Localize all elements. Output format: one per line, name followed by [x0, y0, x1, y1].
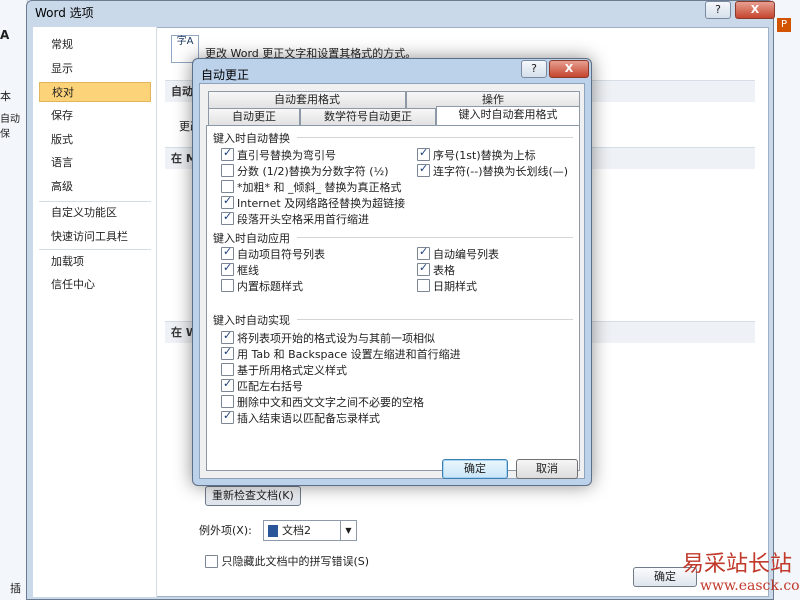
group-replace-label: 键入时自动替换 [213, 132, 290, 145]
chevron-down-icon[interactable]: ▼ [340, 521, 356, 540]
exceptions-label: 例外项(X): [199, 524, 252, 537]
opt-tab-indent[interactable]: 用 Tab 和 Backspace 设置左缩进和首行缩进 [221, 345, 461, 362]
dialog-close-button[interactable]: X [549, 60, 589, 78]
dialog-panel: 自动套用格式 操作 自动更正 数学符号自动更正 键入时自动套用格式 键入时自动替… [199, 83, 585, 479]
group-divider [297, 137, 573, 138]
ribbon-right-edge: P [772, 0, 800, 600]
opt-borders[interactable]: 框线 [221, 261, 259, 278]
watermark-url: www.easck.com [700, 578, 800, 594]
nav-item-proofing[interactable]: 校对 [39, 82, 151, 102]
watermark-title: 易采站长站 [682, 552, 793, 577]
group-auto-label: 键入时自动实现 [213, 314, 290, 327]
options-window-title: Word 选项 [35, 6, 94, 20]
hide-spelling-label: 只隐藏此文档中的拼写错误(S) [221, 555, 370, 568]
dialog-cancel-button[interactable]: 取消 [516, 459, 578, 479]
dialog-ok-button[interactable]: 确定 [442, 459, 508, 479]
options-close-button[interactable]: X [735, 1, 775, 19]
opt-ordinals[interactable]: 序号(1st)替换为上标 [417, 146, 536, 163]
opt-auto-bullets[interactable]: 自动项目符号列表 [221, 245, 325, 262]
group-divider [297, 237, 573, 238]
document-icon [268, 525, 278, 537]
nav-item-layout[interactable]: 版式 [39, 130, 151, 150]
nav-divider [39, 249, 151, 250]
opt-fractions[interactable]: 分数 (1/2)替换为分数字符 (½) [221, 163, 389, 179]
nav-divider [39, 201, 151, 202]
opt-hyphens[interactable]: 连字符(--)替换为长划线(—) [417, 162, 568, 179]
opt-smart-quotes[interactable]: 直引号替换为弯引号 [221, 146, 336, 163]
exceptions-value: 文档2 [282, 524, 311, 537]
options-help-button[interactable]: ? [705, 1, 731, 19]
dialog-title: 自动更正 [201, 68, 250, 82]
nav-item-advanced[interactable]: 高级 [39, 177, 151, 197]
opt-first-indent[interactable]: 段落开头空格采用首行缩进 [221, 210, 369, 227]
exceptions-select[interactable]: 文档2 ▼ [263, 520, 357, 541]
ribbon-insert-stub: 插 [10, 582, 21, 595]
opt-auto-numbering[interactable]: 自动编号列表 [417, 245, 499, 262]
opt-remove-spaces[interactable]: 删除中文和西文文字之间不必要的空格 [221, 394, 424, 410]
nav-item-quick-access[interactable]: 快速访问工具栏 [39, 227, 151, 247]
options-nav: 常规 显示 校对 保存 版式 语言 高级 自定义功能区 快速访问工具栏 加载项 … [33, 27, 157, 597]
ribbon-font-stub: A [0, 28, 10, 42]
opt-date-style[interactable]: 日期样式 [417, 278, 477, 294]
tab-math-autocorrect[interactable]: 数学符号自动更正 [300, 108, 436, 125]
dialog-help-button[interactable]: ? [521, 60, 547, 78]
autocorrect-dialog: 自动更正 ? X 自动套用格式 操作 自动更正 数学符号自动更正 键入时自动套用… [192, 58, 592, 486]
opt-list-format[interactable]: 将列表项开始的格式设为与其前一项相似 [221, 329, 435, 346]
nav-item-trust-center[interactable]: 信任中心 [39, 275, 151, 295]
nav-item-save[interactable]: 保存 [39, 106, 151, 126]
opt-hyperlinks[interactable]: Internet 及网络路径替换为超链接 [221, 194, 405, 211]
nav-item-general[interactable]: 常规 [39, 35, 151, 55]
opt-bold-italic[interactable]: *加粗* 和 _倾斜_ 替换为真正格式 [221, 179, 402, 195]
tab-autocorrect[interactable]: 自动更正 [208, 108, 300, 125]
powerpoint-icon: P [777, 18, 791, 32]
tab-autoformat-as-you-type[interactable]: 键入时自动套用格式 [436, 106, 580, 125]
nav-item-customize-ribbon[interactable]: 自定义功能区 [39, 203, 151, 223]
ribbon-autosave-stub: 自动保 [0, 114, 20, 140]
ribbon-text-stub: 本 [0, 90, 11, 103]
opt-match-parens[interactable]: 匹配左右括号 [221, 377, 303, 394]
tab-autoformat[interactable]: 自动套用格式 [208, 91, 406, 108]
group-divider [297, 319, 573, 320]
nav-item-language[interactable]: 语言 [39, 153, 151, 173]
nav-item-addins[interactable]: 加载项 [39, 252, 151, 272]
opt-memo-closing[interactable]: 插入结束语以匹配备忘录样式 [221, 409, 380, 426]
opt-define-styles[interactable]: 基于所用格式定义样式 [221, 362, 347, 378]
opt-heading-styles[interactable]: 内置标题样式 [221, 278, 303, 294]
opt-tables[interactable]: 表格 [417, 261, 455, 278]
hide-spelling-option[interactable]: 只隐藏此文档中的拼写错误(S) [205, 553, 369, 569]
ribbon-left-edge: A 本 自动保 插 [0, 0, 28, 600]
tab-content: 键入时自动替换 直引号替换为弯引号 分数 (1/2)替换为分数字符 (½) *加… [206, 125, 580, 471]
recheck-document-button[interactable]: 重新检查文档(K) [205, 486, 301, 506]
nav-item-display[interactable]: 显示 [39, 59, 151, 79]
